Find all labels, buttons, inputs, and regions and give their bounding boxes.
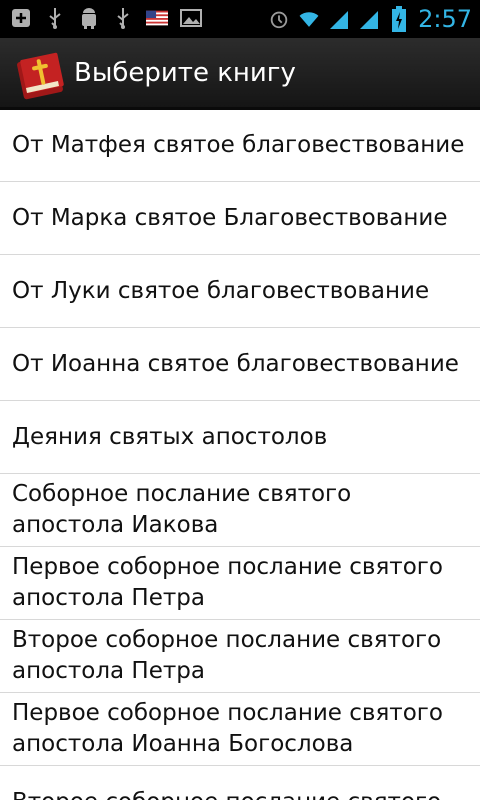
list-item[interactable]: Второе соборное послание святого апостол… (0, 620, 480, 693)
action-bar: Выберите книгу (0, 38, 480, 110)
us-flag-icon (146, 6, 168, 30)
usb-icon (112, 6, 134, 30)
system-icons: 2:57 (268, 4, 472, 34)
list-item-label: Соборное послание святого апостола Иаков… (12, 481, 352, 538)
android-debug-icon (78, 6, 100, 30)
bible-book-icon[interactable] (14, 48, 68, 102)
list-item[interactable]: Деяния святых апостолов (0, 401, 480, 474)
list-item[interactable]: Второе соборное послание святого (0, 766, 480, 800)
list-item-label: Первое соборное послание святого апостол… (12, 554, 443, 611)
signal-icon (358, 7, 380, 31)
image-icon (180, 6, 202, 30)
page-title: Выберите книгу (74, 58, 296, 88)
list-item-label: Второе соборное послание святого апостол… (12, 627, 442, 684)
list-item[interactable]: Соборное послание святого апостола Иаков… (0, 474, 480, 547)
list-item-label: От Марка святое Благовествование (12, 204, 448, 231)
list-item[interactable]: От Иоанна святое благовествование (0, 328, 480, 401)
list-item-label: Первое соборное послание святого апостол… (12, 700, 443, 757)
notification-icons (10, 6, 202, 30)
book-list[interactable]: От Матфея святое благовествование От Мар… (0, 110, 480, 800)
alarm-icon (268, 7, 290, 31)
status-bar: 2:57 (0, 0, 480, 38)
usb-icon (44, 6, 66, 30)
list-item[interactable]: От Марка святое Благовествование (0, 182, 480, 255)
add-icon (10, 6, 32, 30)
list-item-label: Второе соборное послание святого (12, 787, 441, 800)
list-item[interactable]: Первое соборное послание святого апостол… (0, 693, 480, 766)
list-item[interactable]: От Луки святое благовествование (0, 255, 480, 328)
list-item-label: От Луки святое благовествование (12, 277, 430, 304)
list-item-label: От Матфея святое благовествование (12, 132, 465, 158)
list-item[interactable]: От Матфея святое благовествование (0, 110, 480, 182)
list-item[interactable]: Первое соборное послание святого апостол… (0, 547, 480, 620)
list-item-label: От Иоанна святое благовествование (12, 350, 459, 377)
clock-time: 2:57 (418, 5, 472, 33)
signal-icon (328, 7, 350, 31)
list-item-label: Деяния святых апостолов (12, 423, 328, 450)
battery-charging-icon (388, 6, 410, 32)
wifi-icon (298, 7, 320, 31)
